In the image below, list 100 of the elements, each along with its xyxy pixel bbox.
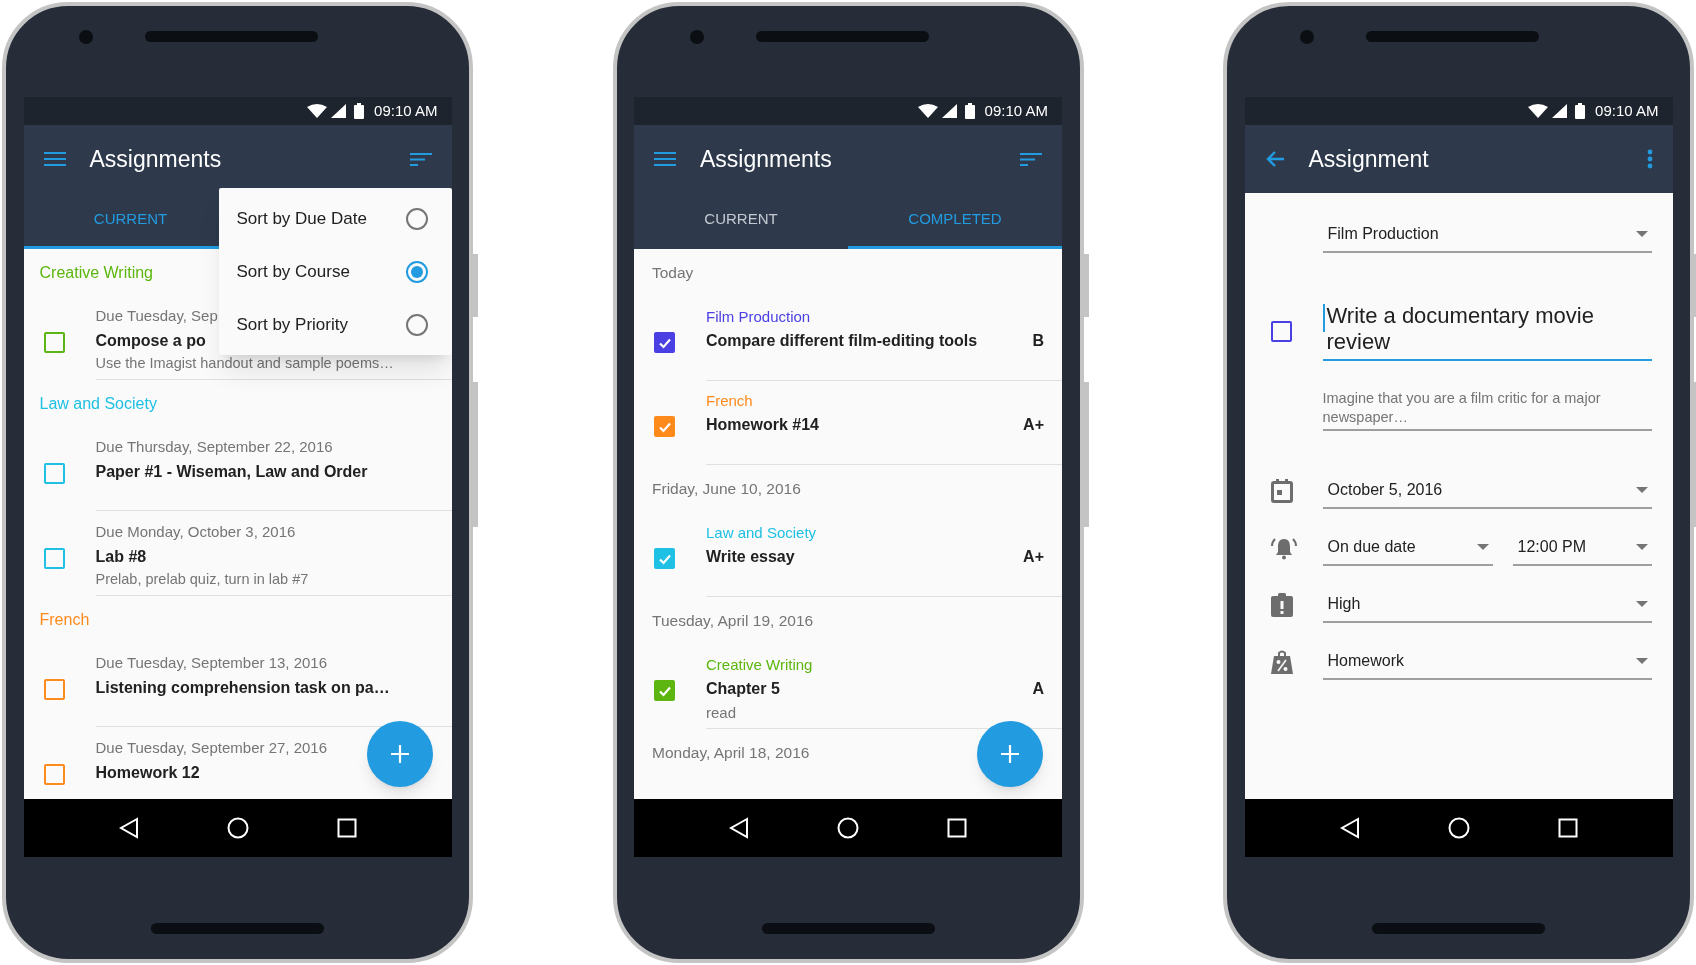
- course-label: Creative Writing: [706, 655, 814, 675]
- assignment-title[interactable]: Compose a po: [95, 329, 206, 353]
- add-button[interactable]: [977, 721, 1043, 787]
- assignment-title[interactable]: Chapter 5: [706, 677, 1025, 701]
- assignment-title[interactable]: Homework 12: [95, 761, 200, 785]
- checkbox[interactable]: [654, 332, 675, 353]
- dropdown-caret-icon: [1635, 231, 1648, 237]
- recent-apps-icon[interactable]: [947, 818, 967, 838]
- radio-button[interactable]: [405, 313, 428, 336]
- add-button[interactable]: [366, 721, 433, 787]
- due-date: Due Monday, October 3, 2016: [95, 522, 296, 542]
- menu-icon[interactable]: [43, 151, 66, 167]
- home-icon[interactable]: [837, 817, 859, 839]
- dropdown-caret-icon: [1635, 544, 1648, 550]
- category-dropdown[interactable]: Homework: [1322, 644, 1652, 680]
- radio-button[interactable]: [405, 260, 428, 283]
- wifi-icon: [307, 104, 328, 118]
- date-heading: Today: [652, 263, 694, 284]
- recent-apps-icon[interactable]: [1557, 818, 1578, 838]
- due-date: Due Tuesday, September 27, 2016: [95, 738, 328, 758]
- back-icon[interactable]: [118, 817, 139, 839]
- status-time: 09:10 AM: [1595, 100, 1659, 121]
- course-label: Law and Society: [706, 523, 818, 543]
- tab[interactable]: CURRENT: [634, 193, 848, 249]
- date-heading: Monday, April 18, 2016: [652, 743, 810, 764]
- calendar-icon: [1270, 479, 1293, 503]
- due-date: Due Tuesday, Sep: [95, 306, 218, 326]
- plus-icon: [1001, 745, 1019, 763]
- status-time: 09:10 AM: [374, 100, 438, 121]
- app-bar-title: Assignments: [700, 144, 833, 174]
- time-dropdown[interactable]: 12:00 PM: [1512, 530, 1652, 566]
- assignment-title[interactable]: Lab #8: [95, 545, 147, 569]
- checkbox[interactable]: [43, 548, 65, 569]
- sort-option[interactable]: Sort by Priority: [218, 298, 452, 351]
- bell-icon: [1270, 536, 1297, 560]
- reminder-dropdown[interactable]: On due date: [1322, 530, 1493, 566]
- dropdown-caret-icon: [1635, 658, 1648, 664]
- battery-icon: [354, 103, 365, 119]
- dropdown-caret-icon: [1476, 544, 1489, 550]
- more-options-icon[interactable]: [1646, 149, 1653, 169]
- due-date: Due Thursday, September 22, 2016: [95, 437, 333, 457]
- back-arrow-icon[interactable]: [1264, 150, 1285, 168]
- signal-icon: [331, 104, 347, 118]
- signal-icon: [1552, 104, 1568, 118]
- app-bar-title: Assignment: [1308, 144, 1430, 174]
- dropdown-caret-icon: [1635, 487, 1648, 493]
- home-icon[interactable]: [226, 817, 249, 839]
- date-heading: Tuesday, April 19, 2016: [652, 611, 814, 632]
- radio-button[interactable]: [405, 207, 428, 230]
- checkbox[interactable]: [1270, 321, 1292, 342]
- back-icon[interactable]: [729, 817, 749, 839]
- checkbox[interactable]: [654, 548, 675, 569]
- checkbox[interactable]: [43, 463, 65, 484]
- wifi-icon: [1528, 104, 1549, 118]
- course-label: Film Production: [706, 307, 812, 327]
- checkbox[interactable]: [654, 680, 675, 701]
- signal-icon: [941, 104, 957, 118]
- assignment-title[interactable]: Paper #1 - Wiseman, Law and Order: [95, 460, 368, 484]
- course-heading: Law and Society: [39, 394, 157, 414]
- checkbox[interactable]: [43, 332, 65, 353]
- assignment-description: Prelab, prelab quiz, turn in lab #7: [95, 570, 309, 589]
- assignment-title[interactable]: Listening comprehension task on pa…: [95, 676, 390, 700]
- checkbox[interactable]: [43, 679, 65, 700]
- date-heading: Friday, June 10, 2016: [652, 479, 801, 500]
- camera: [1300, 29, 1314, 44]
- home-icon[interactable]: [1447, 817, 1470, 839]
- wifi-icon: [917, 104, 938, 118]
- recent-apps-icon[interactable]: [336, 818, 357, 838]
- status-time: 09:10 AM: [984, 100, 1048, 121]
- menu-icon[interactable]: [654, 151, 676, 167]
- camera: [79, 29, 93, 44]
- due-date: Due Tuesday, September 13, 2016: [95, 653, 328, 673]
- assignment-description: Use the Imagist handout and sample poems…: [95, 354, 394, 373]
- date-dropdown[interactable]: October 5, 2016: [1322, 473, 1652, 509]
- title-field[interactable]: Write a documentary movie review: [1322, 301, 1652, 361]
- camera: [689, 29, 704, 44]
- description-field[interactable]: Imagine that you are a film critic for a major newspaper…: [1322, 389, 1652, 431]
- assignment-title[interactable]: Compare different film-editing tools: [706, 329, 1025, 353]
- grade: A+: [1023, 415, 1044, 435]
- assignment-description: read: [706, 703, 738, 723]
- sort-icon[interactable]: [1020, 151, 1042, 167]
- app-bar-title: Assignments: [89, 144, 223, 174]
- clipboard-alert-icon: [1270, 593, 1293, 617]
- grade: B: [1032, 331, 1044, 351]
- course-dropdown[interactable]: Film Production: [1322, 217, 1652, 253]
- battery-icon: [964, 103, 975, 119]
- grade: A: [1032, 679, 1044, 699]
- course-label: French: [706, 391, 754, 411]
- assignment-title[interactable]: Write essay: [706, 545, 1016, 569]
- text-cursor: [1322, 304, 1325, 332]
- sort-icon[interactable]: [409, 151, 432, 167]
- priority-dropdown[interactable]: High: [1322, 587, 1652, 623]
- checkbox[interactable]: [43, 764, 65, 785]
- assignment-title[interactable]: Homework #14: [706, 413, 1016, 437]
- checkbox[interactable]: [654, 416, 675, 437]
- course-heading: French: [39, 610, 90, 630]
- dropdown-caret-icon: [1635, 601, 1648, 607]
- grade: A+: [1023, 547, 1044, 567]
- back-icon[interactable]: [1339, 817, 1360, 839]
- percent-bag-icon: [1270, 650, 1293, 674]
